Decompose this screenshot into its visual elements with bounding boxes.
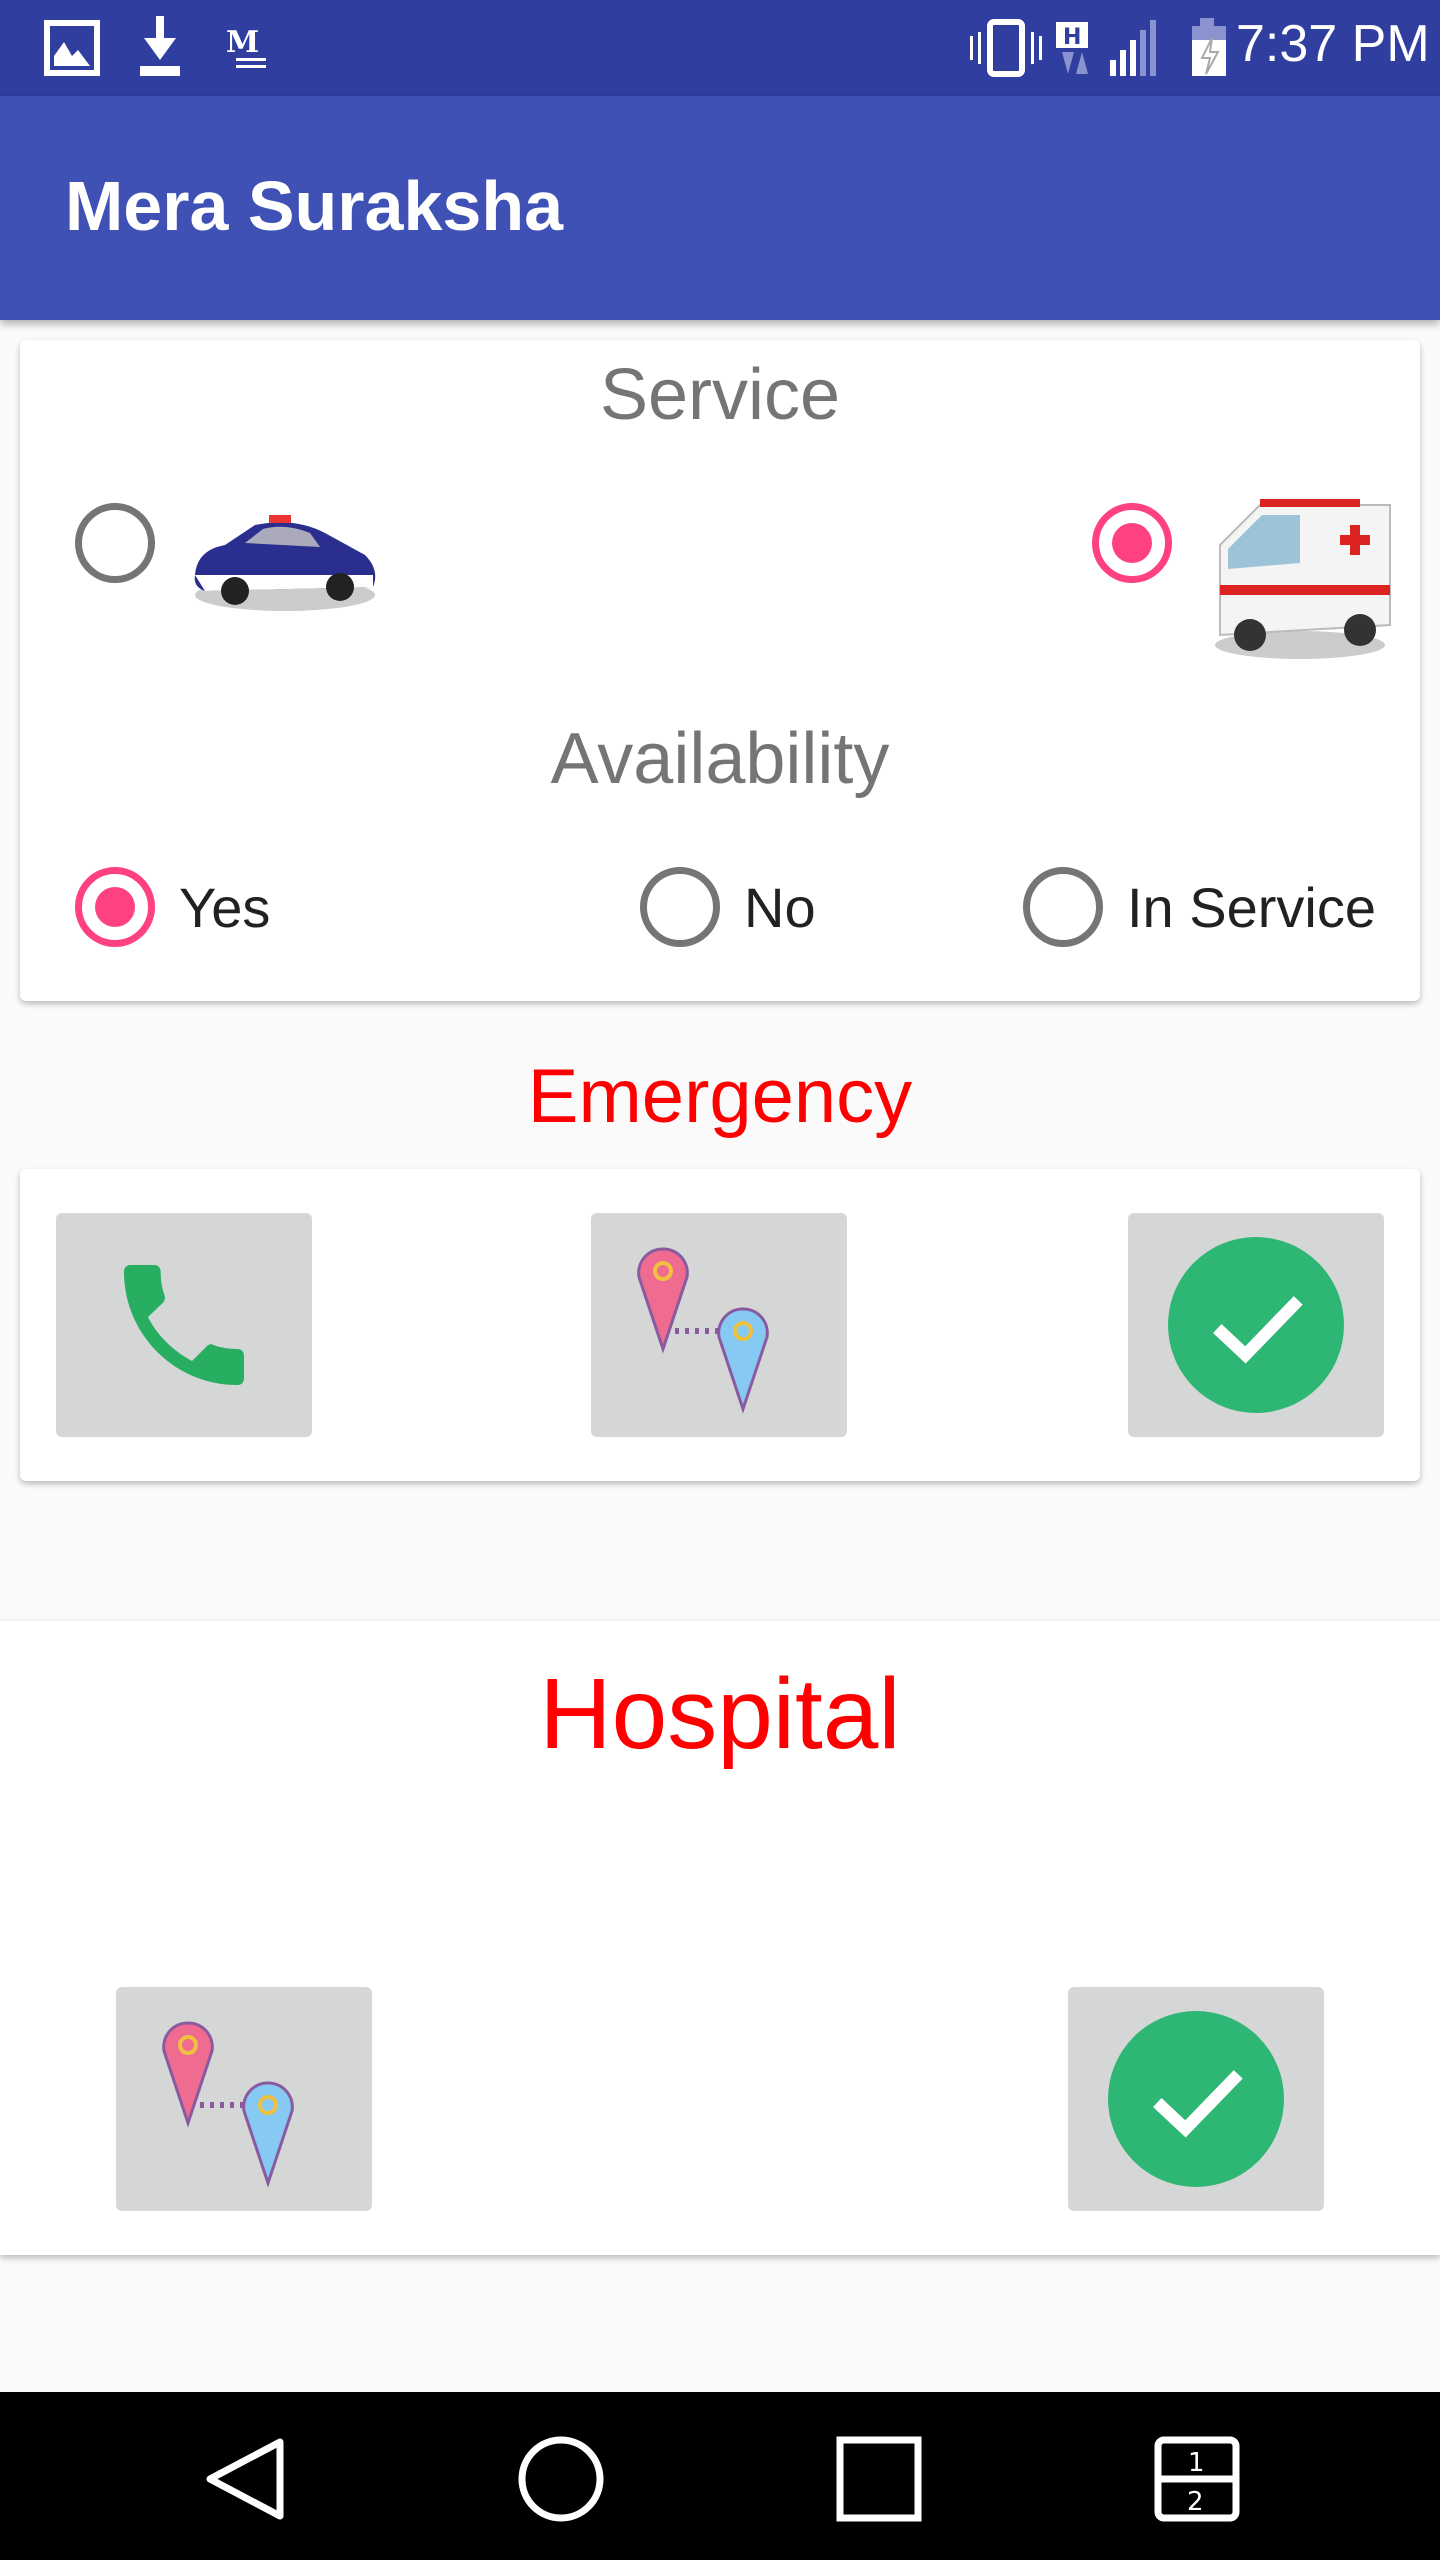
vibrate-icon [970, 19, 1042, 77]
svg-text:1: 1 [1188, 2448, 1205, 2478]
hospital-card: Hospital [0, 1621, 1440, 2255]
confirm-button[interactable] [1128, 1213, 1384, 1437]
route-pins-icon [162, 2021, 294, 2188]
route-button[interactable] [591, 1213, 847, 1437]
status-bar: M H 7:37 PM [0, 0, 1440, 96]
yes-radio[interactable] [75, 867, 155, 947]
home-icon[interactable] [516, 2434, 606, 2524]
split-screen-icon[interactable]: 12 [1152, 2434, 1242, 2524]
availability-no[interactable]: No [640, 867, 816, 947]
image-icon [44, 20, 100, 76]
route-pins-icon [637, 1247, 769, 1414]
ambulance-radio[interactable] [1092, 503, 1172, 583]
police-radio[interactable] [75, 503, 155, 583]
app-title: Mera Suraksha [65, 167, 564, 245]
no-radio[interactable] [640, 867, 720, 947]
svg-text:H: H [1063, 25, 1081, 50]
svg-text:2: 2 [1187, 2487, 1204, 2517]
availability-in-service[interactable]: In Service [1023, 867, 1376, 947]
hospital-confirm-button[interactable] [1068, 1987, 1324, 2211]
hspa-data-icon: H [1056, 22, 1088, 74]
check-circle-icon [1108, 2011, 1284, 2187]
service-card: Service Availability Yes No In Service [20, 340, 1420, 1001]
no-label: No [744, 875, 816, 939]
emergency-heading: Emergency [527, 1054, 913, 1139]
in-service-label: In Service [1127, 875, 1376, 939]
battery-charging-icon [1192, 18, 1226, 76]
gmail-icon: M [226, 25, 266, 68]
phone-icon [124, 1265, 244, 1385]
back-icon[interactable] [200, 2434, 290, 2524]
police-car-icon [194, 515, 376, 611]
hospital-heading: Hospital [539, 1658, 901, 1770]
check-circle-icon [1168, 1237, 1344, 1413]
status-time: 7:37 PM [1236, 15, 1430, 73]
service-heading: Service [599, 355, 841, 435]
signal-icon [1110, 20, 1156, 76]
call-button[interactable] [56, 1213, 312, 1437]
emergency-card [20, 1169, 1420, 1481]
availability-heading: Availability [550, 719, 890, 799]
availability-yes[interactable]: Yes [75, 867, 270, 947]
hospital-route-button[interactable] [116, 1987, 372, 2211]
app-bar: Mera Suraksha [0, 96, 1440, 320]
yes-label: Yes [179, 875, 271, 939]
recents-icon[interactable] [834, 2434, 924, 2524]
navigation-bar: 12 [0, 2392, 1440, 2560]
download-icon [140, 16, 180, 76]
svg-text:M: M [226, 25, 259, 60]
ambulance-icon [1215, 499, 1391, 659]
in-service-radio[interactable] [1023, 867, 1103, 947]
